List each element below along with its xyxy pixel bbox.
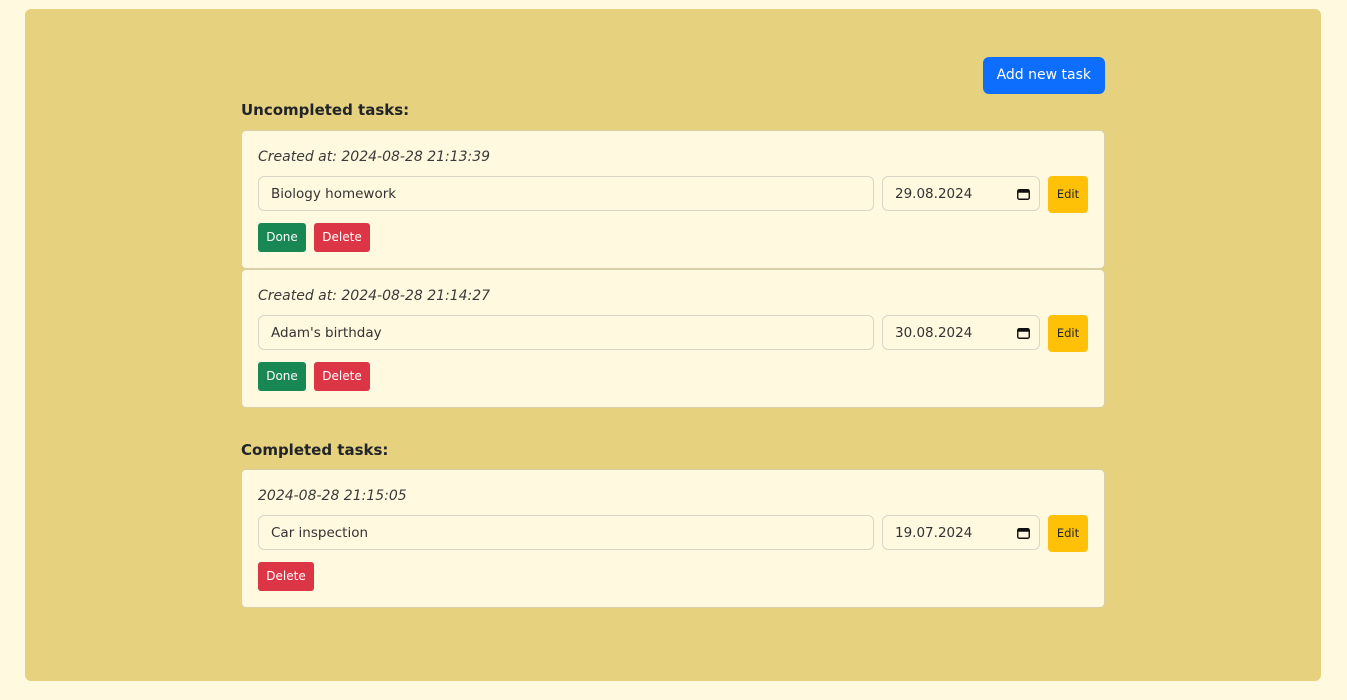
calendar-icon[interactable]: [1017, 188, 1030, 200]
add-new-task-button[interactable]: Add new task: [982, 57, 1105, 94]
task-due-date-value: 29.08.2024: [895, 186, 973, 202]
delete-task-button[interactable]: Delete: [258, 562, 314, 591]
task-title-input[interactable]: Car inspection: [258, 515, 874, 550]
completed-tasks-heading: Completed tasks:: [241, 441, 389, 459]
task-created-at: 2024-08-28 21:15:05: [258, 488, 407, 504]
done-task-button[interactable]: Done: [258, 362, 306, 391]
task-due-date-value: 30.08.2024: [895, 325, 973, 341]
done-task-button[interactable]: Done: [258, 223, 306, 252]
task-card: 2024-08-28 21:15:05 Car inspection 19.07…: [241, 469, 1105, 608]
uncompleted-tasks-heading: Uncompleted tasks:: [241, 101, 410, 119]
task-due-date-value: 19.07.2024: [895, 525, 973, 541]
calendar-icon[interactable]: [1017, 527, 1030, 539]
delete-task-button[interactable]: Delete: [314, 223, 370, 252]
task-title-input[interactable]: Biology homework: [258, 176, 874, 211]
edit-task-button[interactable]: Edit: [1048, 515, 1088, 552]
edit-task-button[interactable]: Edit: [1048, 176, 1088, 213]
delete-task-button[interactable]: Delete: [314, 362, 370, 391]
task-due-date-input[interactable]: 19.07.2024: [882, 515, 1040, 550]
calendar-icon[interactable]: [1017, 327, 1030, 339]
task-due-date-input[interactable]: 29.08.2024: [882, 176, 1040, 211]
task-title-input[interactable]: Adam's birthday: [258, 315, 874, 350]
task-due-date-input[interactable]: 30.08.2024: [882, 315, 1040, 350]
edit-task-button[interactable]: Edit: [1048, 315, 1088, 352]
task-card: Created at: 2024-08-28 21:13:39 Biology …: [241, 130, 1105, 269]
task-card: Created at: 2024-08-28 21:14:27 Adam's b…: [241, 269, 1105, 408]
task-created-at: Created at: 2024-08-28 21:14:27: [258, 288, 491, 304]
main-panel: Add new task Uncompleted tasks: Created …: [25, 9, 1321, 681]
task-created-at: Created at: 2024-08-28 21:13:39: [258, 149, 491, 165]
